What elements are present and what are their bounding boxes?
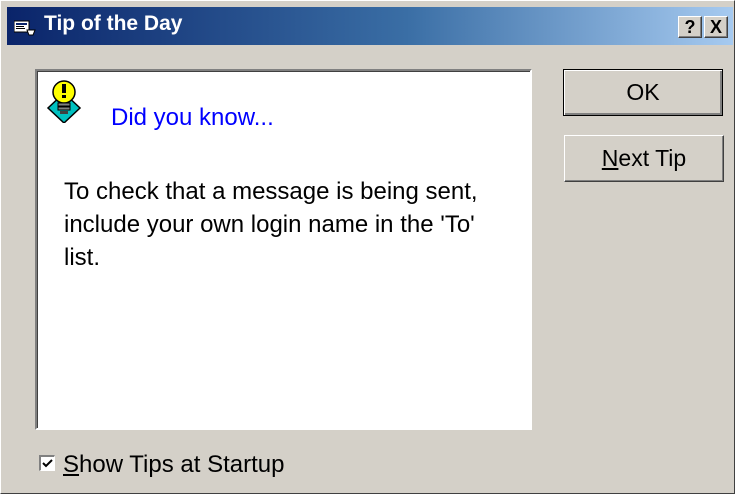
close-button[interactable]: X: [704, 16, 728, 38]
checkmark-icon: [42, 459, 53, 468]
tip-of-the-day-dialog: Tip of the Day ? X Did you know... To ch…: [0, 0, 735, 494]
next-tip-mnemonic: N: [601, 145, 619, 171]
title-bar[interactable]: Tip of the Day ? X: [7, 7, 733, 45]
show-tips-checkbox[interactable]: [39, 455, 55, 471]
tip-panel: Did you know... To check that a message …: [35, 69, 532, 430]
next-tip-button[interactable]: Next Tip: [564, 135, 724, 182]
help-button[interactable]: ?: [678, 16, 702, 38]
show-tips-mnemonic: S: [63, 451, 80, 478]
show-tips-label-text: how Tips at Startup: [79, 451, 285, 478]
show-tips-label[interactable]: Show Tips at Startup: [63, 451, 284, 479]
tip-text: To check that a message is being sent, i…: [64, 178, 478, 271]
next-tip-label: ext Tip: [618, 145, 687, 171]
app-icon: [14, 20, 36, 36]
lightbulb-icon: [46, 80, 82, 123]
ok-button[interactable]: OK: [563, 69, 723, 116]
window-title: Tip of the Day: [44, 12, 183, 35]
tip-heading: Did you know...: [111, 104, 274, 131]
